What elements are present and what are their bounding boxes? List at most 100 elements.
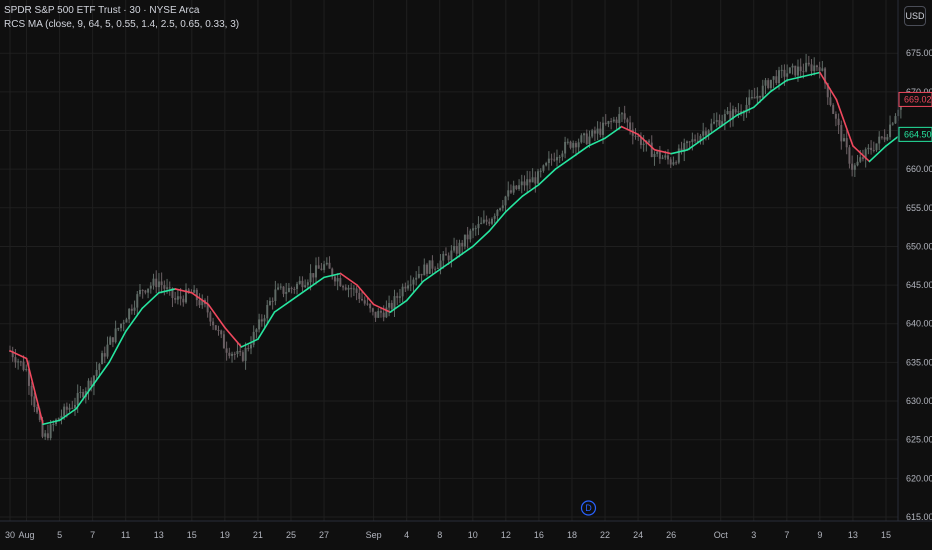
candle-body <box>398 296 401 298</box>
candle-body <box>228 352 231 356</box>
symbol-title[interactable]: SPDR S&P 500 ETF Trust · 30 · NYSE Arca <box>4 4 239 18</box>
candle-body <box>220 330 223 335</box>
candle-body <box>358 292 361 299</box>
candle-body <box>277 287 280 290</box>
candle-body <box>420 273 423 276</box>
candle-body <box>14 357 17 363</box>
candle-body <box>455 246 458 254</box>
x-tick-label: Sep <box>366 530 382 540</box>
x-tick-label: 18 <box>567 530 577 540</box>
last-price-red: 669.02 <box>904 94 932 104</box>
candle-body <box>480 222 483 224</box>
candle-body <box>374 311 377 318</box>
candle-body <box>520 181 523 186</box>
candle-body <box>52 424 55 426</box>
y-tick-label: 650.00 <box>906 241 932 251</box>
candle-body <box>371 308 374 312</box>
candle-body <box>509 190 512 193</box>
candle-body <box>466 234 469 240</box>
candle-body <box>285 291 288 294</box>
candle-body <box>114 328 117 343</box>
candle-body <box>198 300 201 306</box>
candle-body <box>626 119 629 123</box>
candle-body <box>71 407 74 409</box>
candle-body <box>518 185 521 190</box>
candle-body <box>634 135 637 137</box>
y-tick-label: 620.00 <box>906 473 932 483</box>
event-marker[interactable]: D <box>580 500 597 516</box>
candle-body <box>493 215 496 219</box>
x-tick-label: 11 <box>121 530 130 540</box>
candle-body <box>767 80 770 89</box>
candle-body <box>501 205 504 209</box>
candle-body <box>537 171 540 184</box>
candle-body <box>685 141 688 144</box>
candle-body <box>304 285 307 288</box>
candle-body <box>36 406 39 413</box>
x-tick-label: 15 <box>187 530 197 540</box>
candle-body <box>233 353 236 355</box>
candle-body <box>320 268 323 270</box>
candle-body <box>120 323 123 329</box>
candle-body <box>848 147 851 164</box>
candle-body <box>128 308 131 320</box>
candle-body <box>577 142 580 148</box>
candle-body <box>672 162 675 165</box>
candle-body <box>426 264 429 274</box>
candle-body <box>312 273 315 278</box>
candle-body <box>355 288 358 293</box>
candle-body <box>840 125 843 142</box>
candle-body <box>856 161 859 166</box>
candle-body <box>694 139 697 141</box>
candle-body <box>507 190 510 197</box>
candle-body <box>553 159 556 161</box>
candle-body <box>147 288 150 293</box>
candle-body <box>152 278 155 286</box>
candle-body <box>458 242 461 254</box>
indicator-title[interactable]: RCS MA (close, 9, 64, 5, 0.55, 1.4, 2.5,… <box>4 18 239 32</box>
candle-body <box>474 228 477 230</box>
candle-body <box>287 288 290 292</box>
candle-body <box>572 143 575 148</box>
candle-body <box>815 65 818 68</box>
candle-body <box>328 262 331 269</box>
candle-body <box>247 347 250 349</box>
candle-body <box>342 286 345 288</box>
candle-body <box>810 64 813 72</box>
candle-body <box>352 288 355 290</box>
currency-button[interactable]: USD <box>904 6 926 26</box>
candle-body <box>444 253 447 256</box>
candle-body <box>461 242 464 247</box>
price-chart[interactable]: 615.00 620.00 625.00 630.00 635.00 640.00 645.… <box>0 0 932 550</box>
candle-body <box>832 105 835 114</box>
candle-body <box>95 369 98 376</box>
candle-body <box>675 162 678 164</box>
candle-body <box>282 286 285 294</box>
x-tick-label: 13 <box>154 530 164 540</box>
candle-body <box>68 407 71 410</box>
x-tick-label: 26 <box>666 530 676 540</box>
candle-body <box>539 170 542 172</box>
candle-body <box>125 319 128 323</box>
candle-body <box>764 80 767 86</box>
candle-body <box>889 124 892 138</box>
candle-body <box>555 157 558 161</box>
candle-body <box>545 162 548 166</box>
candle-body <box>103 353 106 357</box>
candle-body <box>837 118 840 126</box>
candle-body <box>615 119 618 123</box>
candle-body <box>301 280 304 288</box>
candle-body <box>76 393 79 405</box>
candle-body <box>174 298 177 300</box>
candle-body <box>385 307 388 318</box>
candle-body <box>428 260 431 274</box>
candle-body <box>713 121 716 124</box>
candle-body <box>401 286 404 297</box>
candle-body <box>710 123 713 131</box>
candle-body <box>333 276 336 282</box>
candle-body <box>439 260 442 268</box>
chart-background <box>0 0 932 550</box>
candle-body <box>306 282 309 286</box>
candle-body <box>564 141 567 154</box>
candle-body <box>279 286 282 288</box>
